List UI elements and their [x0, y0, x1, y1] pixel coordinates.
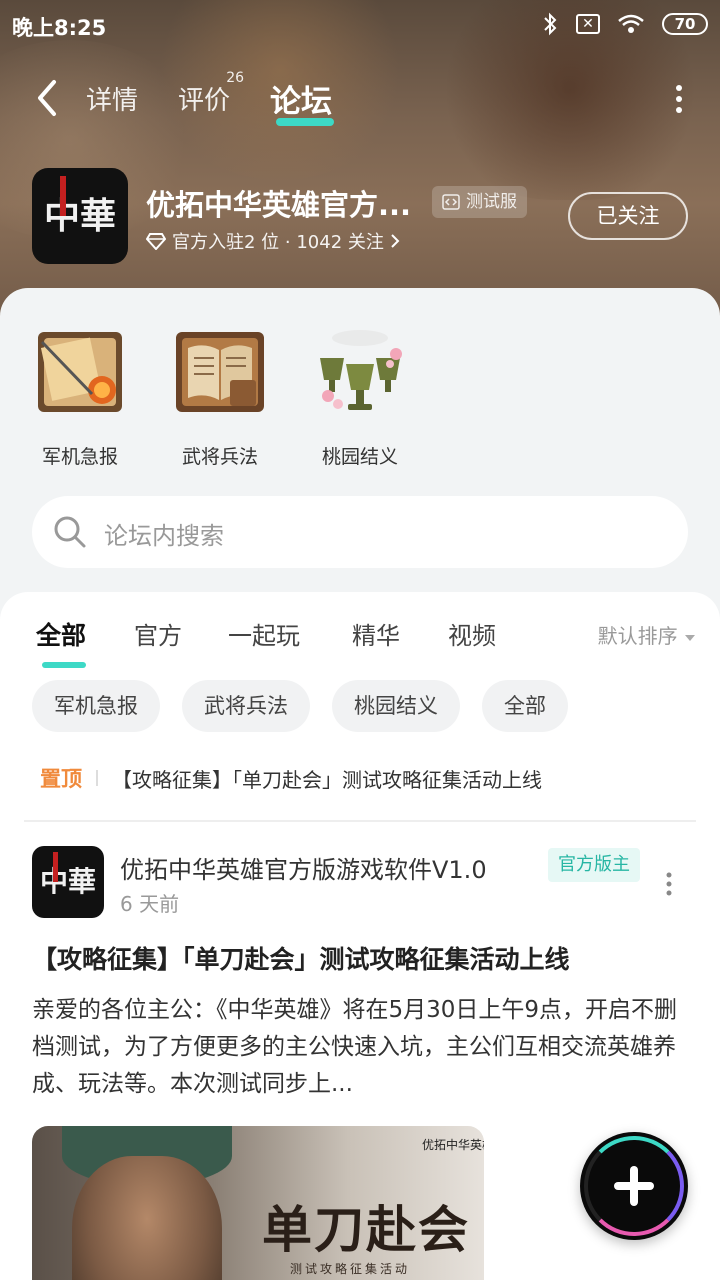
create-post-button[interactable]: [580, 1132, 688, 1240]
tab-reviews-label: 评价: [178, 86, 231, 116]
feed-tab-official[interactable]: 官方: [134, 616, 182, 651]
code-icon: [442, 194, 460, 210]
tab-reviews[interactable]: 评价 26: [178, 70, 244, 117]
category-shortcuts: 军机急报 武将兵法 桃园结义: [0, 318, 720, 478]
search-placeholder: 论坛内搜索: [104, 522, 224, 550]
app-logo[interactable]: 中華: [32, 168, 128, 264]
category-item-military-report[interactable]: 军机急报: [30, 318, 130, 469]
tab-details[interactable]: 详情: [86, 80, 138, 117]
book-icon: [172, 324, 268, 420]
pinned-separator: [96, 770, 98, 786]
wifi-icon: [618, 14, 644, 33]
follow-button[interactable]: 已关注: [568, 192, 688, 240]
category-label: 军机急报: [41, 446, 118, 468]
chip-military-report[interactable]: 军机急报: [32, 680, 160, 732]
status-time: 晚上8:25: [12, 16, 107, 40]
feed-tab-video[interactable]: 视频: [448, 616, 496, 651]
scroll-icon: [32, 324, 128, 420]
general-portrait: [72, 1156, 222, 1280]
avatar-logo-text: 中華: [39, 865, 96, 898]
app-name: 优拓中华英雄官方...: [146, 188, 412, 222]
cover-subtitle: 测试攻略征集活动: [290, 1262, 411, 1276]
chip-all[interactable]: 全部: [482, 680, 568, 732]
chip-strategy[interactable]: 武将兵法: [182, 680, 310, 732]
sort-label: 默认排序: [597, 624, 678, 648]
goblets-icon: [312, 324, 408, 420]
moderator-badge: 官方版主: [548, 848, 640, 882]
more-options-icon[interactable]: [674, 84, 684, 114]
chip-oath[interactable]: 桃园结义: [332, 680, 460, 732]
feed-tabs: 全部 官方 一起玩 精华 视频 默认排序: [36, 616, 696, 668]
app-logo-text: 中華: [43, 195, 116, 237]
divider: [24, 820, 696, 822]
app-meta-text: 官方入驻2 位 · 1042 关注: [172, 232, 384, 253]
feed-tab-play-together[interactable]: 一起玩: [228, 616, 300, 651]
review-count-badge: 26: [226, 70, 245, 86]
post-cover-image[interactable]: 单刀赴会 测试攻略征集活动 优拓中华英雄: [32, 1126, 484, 1280]
battery-indicator: 70: [662, 13, 708, 35]
pinned-title: 【攻略征集】「单刀赴会」测试攻略征集活动上线: [112, 767, 542, 792]
feed-tab-indicator: [42, 662, 86, 668]
test-server-badge: 测试服: [432, 186, 527, 218]
category-label: 武将兵法: [181, 446, 258, 468]
active-tab-indicator: [276, 118, 334, 126]
category-label: 桃园结义: [321, 446, 398, 468]
post-more-icon[interactable]: [664, 872, 674, 896]
post-title: 【攻略征集】「单刀赴会」测试攻略征集活动上线: [32, 945, 570, 974]
post-time: 6 天前: [120, 892, 180, 916]
search-icon: [54, 516, 86, 548]
author-name[interactable]: 优拓中华英雄官方版游戏软件V1.0: [120, 850, 487, 885]
post-body: 亲爱的各位主公：《中华英雄》将在5月30日上午9点，开启不删档测试，为了方便更多…: [32, 997, 678, 1097]
chevron-right-icon: [391, 234, 400, 248]
author-avatar[interactable]: 中華: [32, 846, 104, 918]
back-arrow-icon[interactable]: [30, 76, 66, 120]
caret-down-icon: [685, 635, 695, 641]
pinned-tag: 置顶: [40, 767, 82, 791]
app-header: 中華 优拓中华英雄官方... 测试服 官方入驻2 位 · 1042 关注 已关注: [32, 168, 712, 268]
cover-headline: 单刀赴会: [262, 1200, 470, 1259]
diamond-icon: [146, 233, 166, 250]
feed-tab-featured[interactable]: 精华: [352, 616, 400, 651]
feed-tab-all[interactable]: 全部: [36, 616, 86, 652]
test-server-label: 测试服: [466, 192, 517, 212]
category-item-strategy[interactable]: 武将兵法: [170, 318, 270, 469]
category-item-oath[interactable]: 桃园结义: [310, 318, 410, 469]
top-nav: 详情 评价 26 论坛: [0, 66, 720, 130]
no-sim-icon: ✕: [576, 14, 600, 34]
bluetooth-icon: [544, 12, 557, 36]
tab-forum[interactable]: 论坛: [270, 76, 332, 121]
pinned-post[interactable]: 置顶 【攻略征集】「单刀赴会」测试攻略征集活动上线: [40, 760, 690, 796]
forum-search-bar[interactable]: 论坛内搜索: [32, 496, 688, 568]
sort-dropdown[interactable]: 默认排序: [598, 620, 696, 649]
cover-brand: 优拓中华英雄: [422, 1138, 484, 1152]
status-bar: 晚上8:25 ✕ 70: [0, 0, 720, 52]
app-meta[interactable]: 官方入驻2 位 · 1042 关注: [146, 228, 400, 254]
